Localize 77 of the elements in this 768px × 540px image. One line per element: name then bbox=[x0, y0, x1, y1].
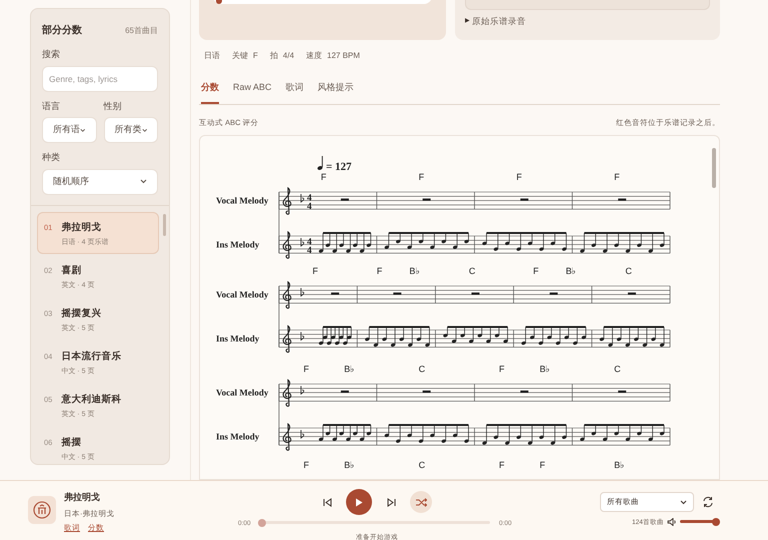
shuffle-icon bbox=[416, 498, 426, 506]
play-icon bbox=[355, 498, 363, 506]
sort-select[interactable]: 随机顺序 bbox=[42, 168, 158, 194]
song-title: 喜剧 bbox=[61, 264, 82, 278]
tempo-mark: = 127 bbox=[326, 160, 352, 173]
chord-symbol: F bbox=[498, 364, 504, 374]
chord-symbol: B♭ bbox=[614, 460, 624, 470]
chevron-icon bbox=[140, 179, 147, 184]
scrollbar-thumb[interactable] bbox=[712, 148, 716, 188]
chord-symbol: C bbox=[468, 266, 476, 276]
speaker-icon bbox=[667, 518, 677, 526]
chord-symbol: F bbox=[320, 172, 326, 182]
track-title: 弗拉明戈 bbox=[64, 491, 101, 504]
tab[interactable]: 风格提示 bbox=[318, 81, 354, 104]
song-title: 摇摆复兴 bbox=[61, 306, 102, 320]
meta-label: 速度 bbox=[306, 50, 322, 62]
staff-label: Ins Melody bbox=[216, 431, 260, 442]
meta-value: 4/4 bbox=[282, 50, 294, 62]
volume-thumb[interactable] bbox=[712, 518, 720, 526]
staff-label: Ins Melody bbox=[216, 333, 260, 344]
tab[interactable]: 分数 bbox=[201, 81, 219, 104]
logo-icon bbox=[33, 501, 51, 519]
meta-value: F bbox=[253, 50, 258, 62]
chord-symbol: B♭ bbox=[409, 266, 420, 276]
chord-symbol: F bbox=[418, 172, 424, 182]
song-title: 意大利迪斯科 bbox=[61, 392, 122, 406]
chord-symbol: B♭ bbox=[344, 364, 354, 374]
chord-symbol: F bbox=[376, 266, 382, 276]
chord-symbol: B♭ bbox=[540, 364, 550, 374]
chevron-icon bbox=[680, 500, 687, 504]
play-button[interactable] bbox=[346, 489, 372, 515]
panel-title: 部分分数 bbox=[42, 24, 82, 38]
chord-symbol: F bbox=[614, 172, 620, 182]
meta-label: 拍 bbox=[270, 50, 278, 62]
refresh-button[interactable] bbox=[702, 496, 714, 508]
chord-symbol: C bbox=[625, 266, 632, 276]
chord-symbol: C bbox=[614, 364, 621, 374]
chord-symbol: B♭ bbox=[344, 460, 354, 470]
chord-symbol: F bbox=[540, 460, 546, 470]
staff-label: Ins Melody bbox=[216, 239, 260, 250]
tab[interactable]: Raw ABC bbox=[233, 81, 272, 104]
song-count: 65首曲目 bbox=[125, 24, 158, 36]
staff-label: Vocal Melody bbox=[216, 195, 268, 206]
staff-label: Vocal Melody bbox=[216, 289, 268, 300]
skip-forward-icon bbox=[386, 498, 396, 506]
scrollbar-thumb[interactable] bbox=[163, 214, 166, 236]
refresh-icon bbox=[702, 496, 714, 508]
skip-back-icon bbox=[322, 498, 332, 506]
chord-symbol: F bbox=[303, 364, 309, 374]
song-title: 摇摆 bbox=[61, 436, 82, 450]
field-label: 搜索 bbox=[42, 48, 61, 61]
search-field[interactable]: Genre, tags, lyrics bbox=[42, 66, 158, 92]
note-icon bbox=[317, 155, 323, 170]
staff-label: Vocal Melody bbox=[216, 387, 268, 398]
song-title: 日本流行音乐 bbox=[61, 350, 122, 364]
field-label: 性别 bbox=[104, 100, 122, 112]
progress-thumb[interactable] bbox=[258, 518, 266, 526]
field-label: 语言 bbox=[42, 100, 61, 112]
shuffle-button[interactable] bbox=[410, 491, 432, 513]
meta-label: 关键 bbox=[232, 50, 248, 62]
filter-select[interactable]: 所有类 bbox=[104, 117, 158, 143]
meta-label: 日语 bbox=[204, 50, 220, 62]
chord-symbol: F bbox=[498, 460, 504, 470]
chord-symbol: C bbox=[418, 460, 426, 470]
field-label: 种类 bbox=[42, 151, 61, 164]
filter-select[interactable]: 所有语 bbox=[42, 117, 96, 143]
chord-symbol: F bbox=[533, 266, 539, 276]
song-title: 弗拉明戈 bbox=[61, 220, 102, 234]
chevron-icon bbox=[142, 128, 147, 132]
chord-symbol: F bbox=[516, 172, 522, 182]
tab[interactable]: 歌词 bbox=[286, 81, 304, 104]
chord-symbol: F bbox=[303, 460, 309, 470]
meta-value: 127 BPM bbox=[327, 50, 360, 62]
chevron-icon bbox=[80, 128, 86, 132]
chord-symbol: B♭ bbox=[566, 266, 576, 276]
chord-symbol: F bbox=[312, 266, 318, 276]
chord-symbol: C bbox=[418, 364, 426, 374]
